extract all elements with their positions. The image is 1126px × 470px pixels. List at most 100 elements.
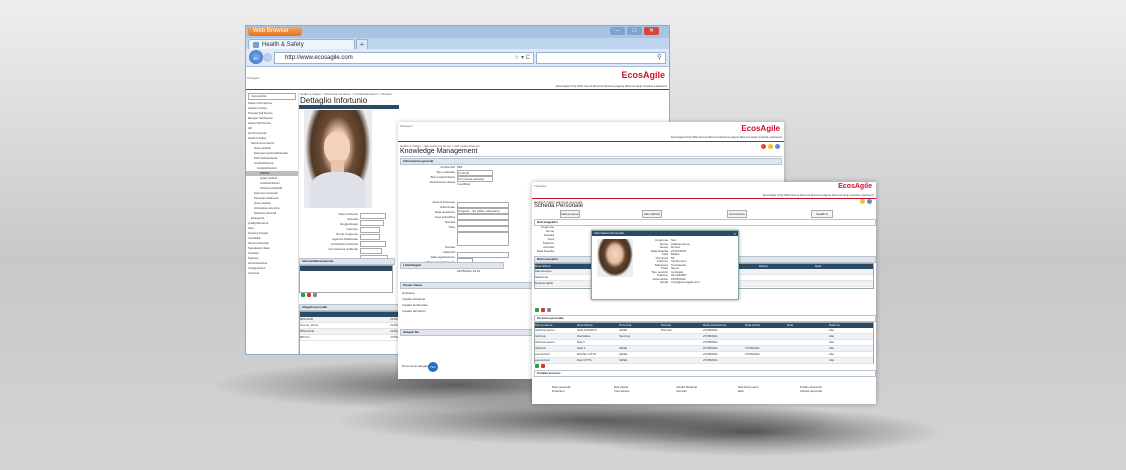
help-icon[interactable] [775,144,780,149]
cell: Alto [829,358,835,362]
maximize-button[interactable]: □ [627,27,642,35]
footer-link[interactable]: Attività personali [800,389,862,393]
print-icon[interactable] [313,293,318,297]
tab-formazione[interactable]: Formazione [727,210,747,218]
section-conv: Cambia accesso [534,370,876,377]
help-icon[interactable] [867,199,872,204]
cell: Dati Elites [577,334,591,338]
close-button[interactable]: ✕ [644,27,659,35]
page-icon [253,42,259,48]
cell: Manutentore [535,269,552,273]
app-logo: EcosAgile [621,70,665,80]
keyword-list: Ambiente Impatto Ambiente Impatto ambien… [402,290,428,314]
minimize-button[interactable]: – [610,27,625,35]
section-keywords: Parole chiave [400,282,534,289]
section-general-info: Informazioni generali [400,158,782,165]
cell: CESE [619,352,628,356]
personal-toolbar [535,364,546,369]
address-bar[interactable]: http://www.ecosagile.com ☆ ▾ C [274,52,534,64]
cell: 27/08/2011 [745,346,760,350]
job-toolbar [535,308,552,313]
sidebar: Cerca attività Sistemi informazione Gest… [246,92,299,354]
add-icon[interactable] [301,293,305,297]
top-menu[interactable]: EcosAgile FAQ Wiki Nuova Ricerca Ricerca… [763,193,874,197]
section-attachments: Allegati personali [299,304,408,311]
field-input[interactable] [360,248,382,254]
footer-link[interactable]: Dotazioni [552,389,614,393]
field-input[interactable] [360,213,386,219]
user-label: Timesync [400,124,413,128]
tab-health-safety[interactable]: Health & Safety [811,210,833,222]
field-input[interactable] [360,234,380,240]
cell: rischiosi lavoro [535,328,555,332]
delete-icon[interactable] [541,364,546,368]
footer-link[interactable]: Infortuni [676,389,738,393]
add-icon[interactable] [535,364,539,368]
forward-button[interactable]: → [263,53,272,62]
field-input[interactable] [360,227,380,233]
shadow-right [560,408,940,456]
notes-textarea[interactable] [457,232,509,246]
tab-strip: Health & Safety + [246,38,669,50]
field-label: Email [660,280,668,284]
close-icon[interactable]: × [734,231,736,236]
browser-menu-button[interactable]: Web Browser [248,27,302,36]
cell: 27/08/2011 [703,340,718,344]
col-header: Motivo [759,264,768,268]
user-label: Timesync [534,184,547,188]
browser-titlebar: Web Browser – □ ✕ [246,26,669,38]
app-logo: EcosAgile [838,183,872,190]
form-labels: Data infortunio Azienda Gruppo/luogo Com… [306,212,358,252]
field-label: Conoscenza incidente [328,247,358,251]
search-box[interactable]: ⚲ [536,52,666,64]
reload-icon[interactable]: ☆ ▾ C [504,53,530,63]
tab-dati-persona[interactable]: Dati persona [560,210,580,218]
alert-icon[interactable] [760,144,766,149]
cell: Sedi 1 [577,346,586,350]
cell: esposizioni [535,358,550,362]
cell: Pericolo [661,328,672,332]
cell: 27/08/2011 [703,358,718,362]
top-menu[interactable]: EcosAgile FAQ Wiki Nuova Ricerca Ricerca… [556,84,667,88]
popup-field: Email csun@ecosagile.com [638,280,734,285]
field-input[interactable] [360,220,384,226]
footer-link[interactable]: Formazione [614,389,676,393]
keyword[interactable]: Impatto del lavoro [402,308,428,314]
star-icon[interactable] [767,144,773,149]
cell: rischiosi [535,334,546,338]
top-menu[interactable]: EcosAgile FAQ Wiki Nuova Ricerca Ricerca… [671,135,782,139]
cell: Grome_Rtm1 [300,323,319,327]
grid-toolbar [301,293,318,298]
cell: CESE [619,358,628,362]
cell: 27/08/2011 [745,352,760,356]
iso-badge: ISO [428,362,438,372]
star-icon[interactable] [859,199,865,204]
header-divider [246,89,669,90]
cell: rischiosi lavoro [535,340,555,344]
delete-icon[interactable] [307,293,312,297]
back-button[interactable]: ← [249,50,263,64]
sidebar-item[interactable]: Contenuti [246,271,298,276]
person-photo [304,110,372,208]
tab-title: Health & Safety [262,42,304,48]
print-icon[interactable] [547,308,552,312]
field-input[interactable] [360,241,386,247]
section-links: Link/Allegati [400,262,504,269]
add-icon[interactable] [535,308,539,312]
tab-altri-indirizzi[interactable]: Altri Indirizzi [642,210,662,218]
delete-icon[interactable] [541,308,546,312]
table-row[interactable]: RPLS.t17/05/2011 [300,335,405,341]
section-attached-files: Allegati file [400,329,534,336]
cell: Sportiva [619,334,631,338]
cell: RPLS.t [300,335,310,339]
table-row[interactable]: esposizioni Dati CITTA CESE 27/08/2011 Alto [535,358,873,364]
cell: Alto [829,328,835,332]
footer-link[interactable]: Esiti [738,389,800,393]
section-personale: Persona personale [534,315,876,322]
cell: 27/08/2011 [703,328,718,332]
search-icon[interactable]: ⚲ [657,53,662,61]
cell: 27/08/2011 [703,334,718,338]
sidebar-search[interactable]: Cerca attività [248,93,296,100]
header-icons [859,199,872,205]
km-labels: Codice KM Tipo materiale Breve Descrizio… [400,165,455,265]
